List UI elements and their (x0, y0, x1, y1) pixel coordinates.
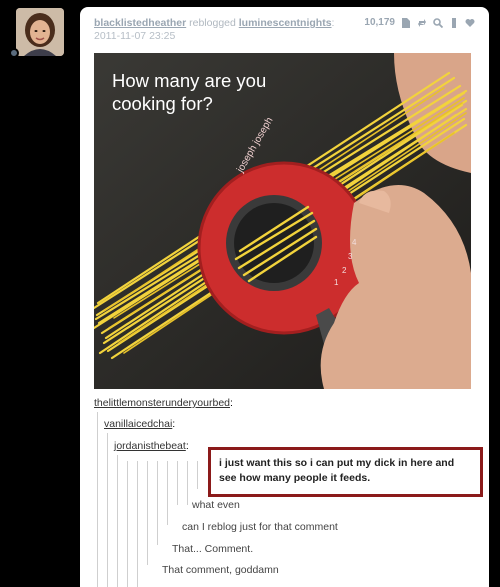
quote-bar (167, 461, 168, 525)
notes-count[interactable]: 10,179 (364, 17, 395, 28)
avatar-photo (16, 8, 64, 56)
photo-caption: How many are you cooking for? (112, 69, 312, 115)
dial-number: 1 (334, 278, 339, 287)
user-link[interactable]: vanillaicedchai (104, 418, 172, 430)
comment-goddamn: That comment, goddamn (162, 564, 279, 576)
avatar[interactable] (16, 8, 64, 56)
post-controls: 10,179 (364, 17, 475, 28)
source-colon: : (331, 17, 335, 29)
comment-that: That... Comment. (172, 543, 254, 555)
photo-caption-line: How many are you (112, 70, 267, 91)
search-icon[interactable] (433, 17, 443, 28)
thread-user-2: vanillaicedchai: (104, 418, 175, 430)
quote-bar (127, 461, 128, 587)
quote-bar (177, 461, 178, 505)
dial-number: 4 (352, 238, 357, 247)
reblog-icon[interactable] (417, 18, 427, 28)
colon: : (230, 397, 233, 409)
reblog-line: blacklistedheather reblogged luminescent… (94, 17, 334, 29)
reblogged-text: reblogged (189, 17, 236, 29)
comment-reblog: can I reblog just for that comment (182, 521, 338, 533)
colon: : (172, 418, 176, 430)
photo-caption-line: cooking for? (112, 93, 213, 114)
user-link[interactable]: thelittlemonsterunderyourbed (94, 397, 230, 409)
quote-bar (107, 433, 108, 587)
thread-user-1: thelittlemonsterunderyourbed: (94, 397, 233, 409)
comment-what-even: what even (192, 499, 240, 511)
quote-bar (157, 461, 158, 545)
post-timestamp: 2011-11-07 23:25 (94, 30, 176, 42)
highlighted-comment: i just want this so i can put my dick in… (208, 447, 483, 497)
post-card: blacklistedheather reblogged luminescent… (80, 7, 489, 587)
page-icon[interactable] (401, 17, 411, 28)
quote-bar (147, 461, 148, 565)
status-indicator (9, 48, 19, 58)
user-link[interactable]: jordanisthebeat (114, 440, 186, 452)
dial-number: 2 (342, 266, 347, 275)
quote-bar (97, 412, 98, 587)
quote-bar (137, 461, 138, 587)
dial-number: 3 (348, 252, 353, 261)
post-header: blacklistedheather reblogged luminescent… (94, 17, 475, 47)
quote-bar (117, 455, 118, 587)
bookmark-icon[interactable] (449, 17, 459, 28)
comment-text: i just want this so i can put my dick in… (219, 457, 455, 484)
quote-bar (197, 461, 198, 489)
colon: : (185, 440, 189, 452)
quote-bar (187, 461, 188, 505)
source-link[interactable]: luminescentnights (239, 17, 332, 29)
post-photo[interactable]: joseph joseph 1 2 3 4 How many are you c… (94, 53, 471, 389)
thread-user-3: jordanisthebeat: (114, 440, 189, 452)
heart-icon[interactable] (465, 18, 475, 28)
reblogger-link[interactable]: blacklistedheather (94, 17, 186, 29)
